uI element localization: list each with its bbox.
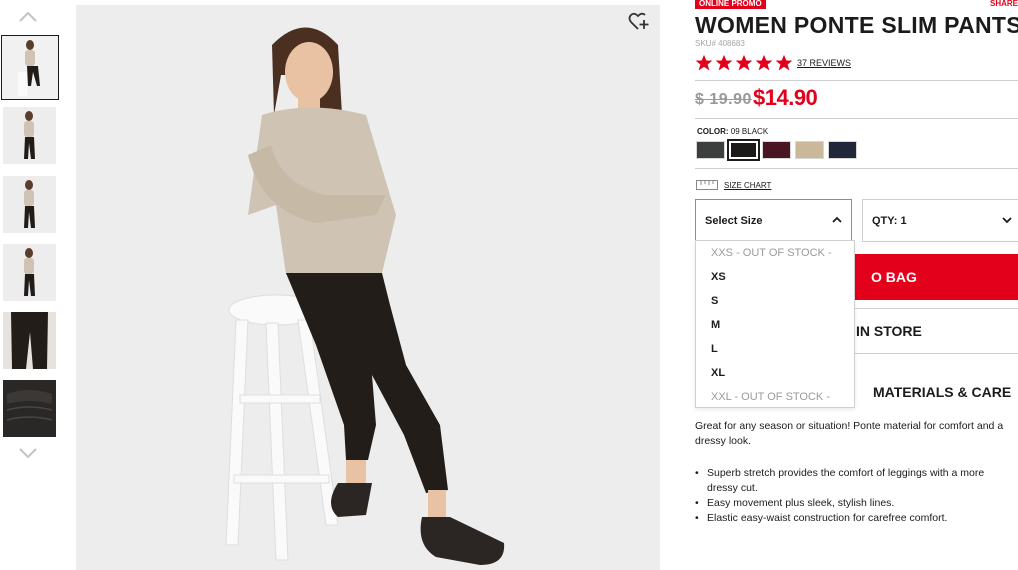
sale-price: $14.90 [753, 85, 818, 110]
size-option-xxs[interactable]: XXS - OUT OF STOCK - [711, 247, 832, 259]
product-title: WOMEN PONTE SLIM PANTS [695, 12, 1018, 38]
swatch-black[interactable] [727, 139, 760, 161]
chevron-down-icon[interactable] [17, 446, 39, 460]
size-option-xxl[interactable]: XXL - OUT OF STOCK - [711, 391, 830, 403]
swatch-gray[interactable] [696, 141, 725, 159]
swatch-beige[interactable] [795, 141, 824, 159]
divider [695, 80, 1018, 81]
star-icon [775, 54, 793, 71]
chevron-up-icon [832, 216, 842, 223]
share-link[interactable]: SHARE [990, 0, 1018, 9]
qty-select-label: QTY: 1 [872, 214, 907, 227]
promo-badge: ONLINE PROMO [695, 0, 766, 9]
size-option-s[interactable]: S [711, 295, 718, 307]
materials-care-tab[interactable]: MATERIALS & CARE [873, 384, 1011, 400]
size-dropdown: XXS - OUT OF STOCK - XS S M L XL XXL - O… [695, 240, 855, 408]
size-chart-link[interactable]: SIZE CHART [696, 180, 771, 190]
color-label-key: COLOR: [697, 127, 729, 136]
quantity-select[interactable]: QTY: 1 [862, 199, 1018, 242]
divider [695, 168, 1018, 169]
ruler-icon [696, 180, 718, 190]
swatch-wine[interactable] [762, 141, 791, 159]
chevron-up-icon[interactable] [17, 10, 39, 24]
size-option-xl[interactable]: XL [711, 367, 725, 379]
feature-item: Easy movement plus sleek, stylish lines. [695, 496, 1018, 511]
reviews-link[interactable]: 37 REVIEWS [797, 58, 851, 68]
star-icon [735, 54, 753, 71]
color-label: COLOR: 09 BLACK [697, 127, 768, 136]
wishlist-heart-icon[interactable] [628, 12, 650, 32]
rating-stars [695, 54, 793, 74]
thumbnail-3[interactable] [3, 176, 56, 233]
thumbnail-5[interactable] [3, 312, 56, 369]
thumbnail-1[interactable] [1, 35, 59, 100]
divider [695, 118, 1018, 119]
star-icon [755, 54, 773, 71]
feature-list: Superb stretch provides the comfort of l… [695, 466, 1018, 526]
star-icon [715, 54, 733, 71]
feature-item: Superb stretch provides the comfort of l… [695, 466, 1018, 496]
thumbnail-rail [0, 0, 62, 570]
product-details-panel: ONLINE PROMO SHARE WOMEN PONTE SLIM PANT… [695, 0, 1018, 570]
chevron-down-icon [1002, 217, 1012, 224]
size-option-l[interactable]: L [711, 343, 718, 355]
original-price: $ 19.90 [695, 91, 752, 108]
thumbnail-4[interactable] [3, 244, 56, 301]
size-option-m[interactable]: M [711, 319, 720, 331]
size-select-label: Select Size [705, 214, 763, 227]
thumbnail-2[interactable] [3, 107, 56, 164]
size-select[interactable]: Select Size [695, 199, 852, 242]
size-option-xs[interactable]: XS [711, 271, 726, 283]
star-icon [695, 54, 713, 71]
color-label-value: 09 BLACK [730, 127, 769, 136]
swatch-navy[interactable] [828, 141, 857, 159]
feature-item: Elastic easy-waist construction for care… [695, 511, 1018, 526]
product-description: Great for any season or situation! Ponte… [695, 420, 1004, 447]
thumbnail-6[interactable] [3, 380, 56, 437]
sku-number: SKU# 408683 [695, 39, 745, 48]
color-swatches [696, 139, 857, 161]
product-image [76, 5, 660, 570]
size-chart-label: SIZE CHART [724, 180, 772, 190]
